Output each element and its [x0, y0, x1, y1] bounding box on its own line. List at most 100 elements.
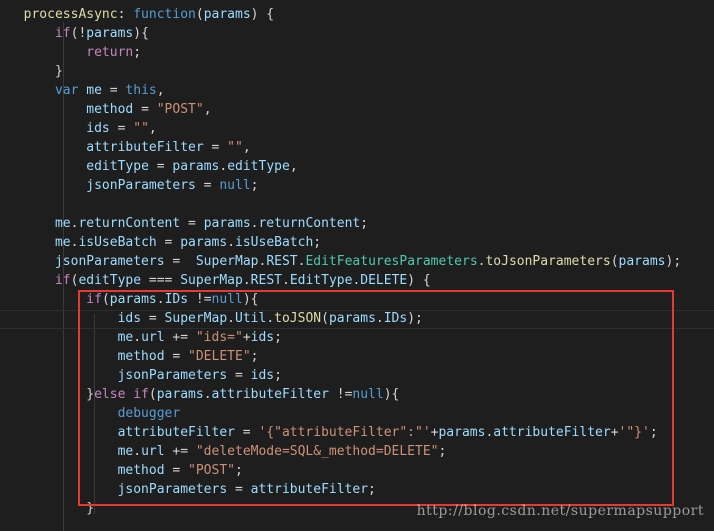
code-line: me.returnContent = params.returnContent;: [8, 214, 368, 233]
code-token: SuperMap: [180, 273, 243, 288]
code-line: ids = "",: [8, 119, 157, 138]
code-editor[interactable]: processAsync: function(params) { if(!par…: [0, 0, 714, 531]
annotation-red-box: [78, 290, 674, 506]
code-line: method = "POST",: [8, 100, 212, 119]
code-token: params: [86, 26, 134, 41]
watermark: http://blog.csdn.net/supermapsupport: [416, 503, 704, 519]
code-token: EditType: [289, 273, 353, 288]
code-token: jsonParameters: [54, 254, 165, 269]
code-token: "POST": [156, 102, 204, 117]
code-token: .: [227, 235, 236, 250]
code-line: }: [8, 62, 63, 81]
code-token: params: [618, 254, 666, 269]
code-token: .: [242, 273, 251, 288]
code-token: me: [54, 235, 71, 250]
code-token: ,: [148, 121, 157, 136]
code-token: me: [54, 216, 71, 231]
code-token: ) {: [250, 7, 275, 22]
code-token: ;: [133, 45, 142, 60]
code-token: }: [8, 64, 63, 79]
code-token: function: [133, 7, 196, 22]
code-token: =: [109, 121, 134, 136]
code-token: ) {: [407, 273, 431, 288]
code-token: toJsonParameters: [485, 254, 611, 269]
code-token: params: [203, 7, 251, 22]
code-token: var: [54, 83, 79, 98]
code-token: :: [117, 7, 134, 22]
code-token: ids: [86, 121, 110, 136]
code-token: =: [148, 159, 173, 174]
code-token: attributeFilter: [86, 140, 204, 155]
code-line: editType = params.editType,: [8, 157, 298, 176]
code-line: jsonParameters = SuperMap.REST.EditFeatu…: [8, 252, 681, 271]
code-token: .: [219, 159, 228, 174]
code-token: ,: [289, 159, 298, 174]
code-token: ;: [250, 178, 259, 193]
code-token: method: [86, 102, 134, 117]
code-line: me.isUseBatch = params.isUseBatch;: [8, 233, 321, 252]
code-token: editType: [86, 159, 149, 174]
code-token: ,: [203, 102, 212, 117]
code-token: "": [133, 121, 149, 136]
code-token: isUseBatch: [78, 235, 157, 250]
code-token: "": [227, 140, 243, 155]
code-token: =: [156, 235, 181, 250]
code-token: ,: [156, 83, 165, 98]
code-token: params: [180, 235, 228, 250]
code-token: EditFeaturesParameters: [305, 254, 478, 269]
code-line: if(editType === SuperMap.REST.EditType.D…: [8, 271, 431, 290]
code-token: REST: [266, 254, 298, 269]
code-token: processAsync: [23, 7, 118, 22]
code-token: editType: [227, 159, 290, 174]
code-token: ;: [313, 235, 322, 250]
code-token: =: [203, 140, 228, 155]
code-token: if: [54, 26, 71, 41]
code-token: ===: [141, 273, 181, 288]
code-token: REST: [250, 273, 282, 288]
code-token: returnContent: [258, 216, 361, 231]
code-token: editType: [78, 273, 142, 288]
code-token: (: [610, 254, 619, 269]
code-token: return: [86, 45, 134, 60]
code-token: .: [281, 273, 290, 288]
code-token: params: [172, 159, 220, 174]
code-token: =: [133, 102, 157, 117]
code-token: ){: [133, 26, 149, 41]
code-line: return;: [8, 43, 141, 62]
code-token: ;: [360, 216, 369, 231]
code-token: isUseBatch: [235, 235, 314, 250]
code-token: (: [195, 7, 204, 22]
code-line: attributeFilter = "",: [8, 138, 251, 157]
code-token: this: [125, 83, 157, 98]
code-token: returnContent: [78, 216, 181, 231]
code-token: DELETE: [360, 273, 408, 288]
code-token: me: [86, 83, 102, 98]
code-token: SuperMap: [195, 254, 259, 269]
code-token: =: [164, 254, 196, 269]
code-token: jsonParameters: [86, 178, 196, 193]
code-token: =: [195, 178, 220, 193]
code-token: params: [203, 216, 251, 231]
code-token: if: [54, 273, 71, 288]
code-line: jsonParameters = null;: [8, 176, 258, 195]
code-line: processAsync: function(params) {: [8, 5, 274, 24]
code-token: null: [219, 178, 251, 193]
code-line: var me = this,: [8, 81, 165, 100]
code-token: ,: [242, 140, 251, 155]
code-token: (!: [70, 26, 87, 41]
code-token: =: [180, 216, 204, 231]
